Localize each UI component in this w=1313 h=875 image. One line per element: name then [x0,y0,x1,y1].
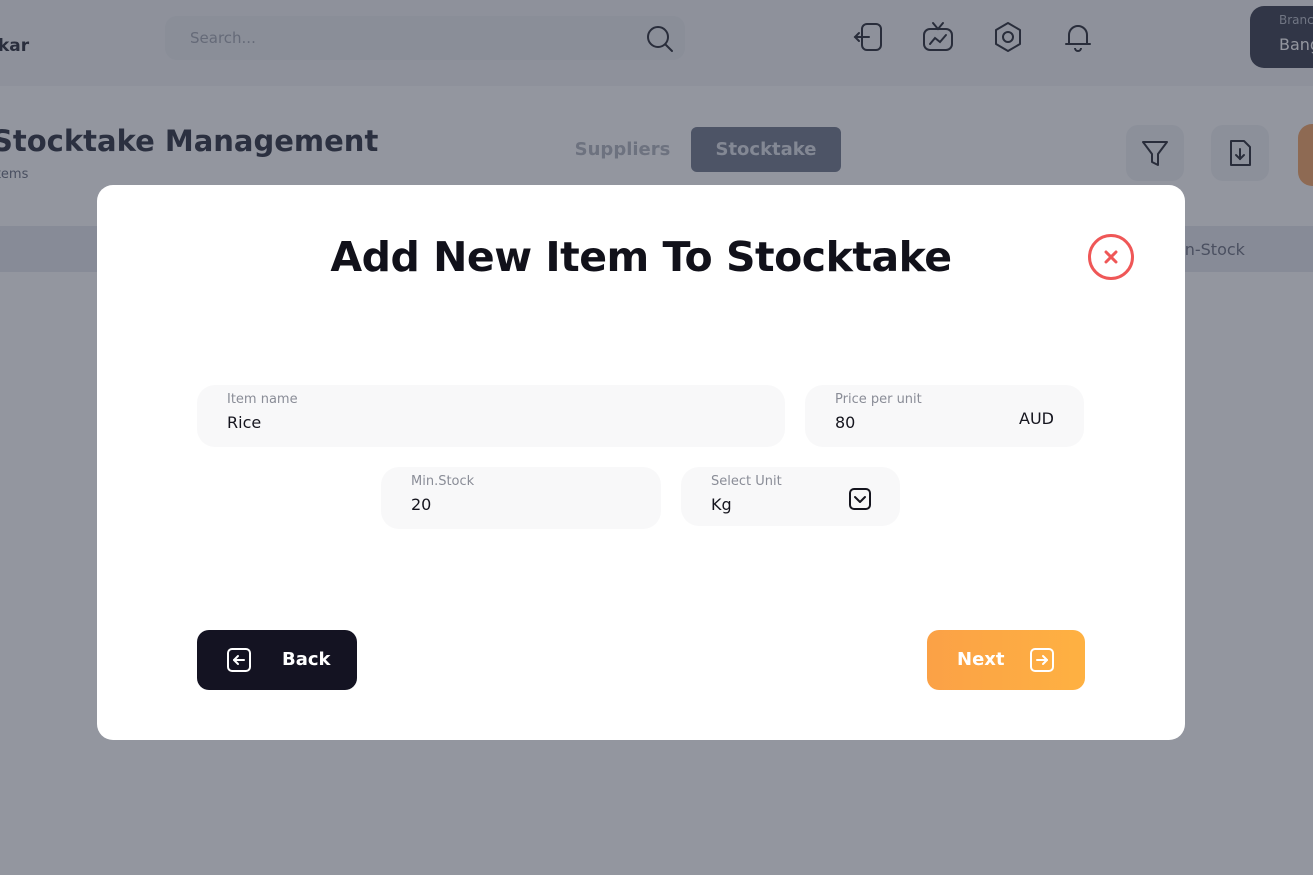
add-item-modal: Add New Item To Stocktake Item name Rice… [97,185,1185,740]
next-button[interactable]: Next [927,630,1085,690]
item-name-input[interactable]: Rice [227,413,261,432]
next-button-label: Next [957,649,1005,670]
min-stock-field[interactable]: Min.Stock 20 [381,467,661,529]
modal-title: Add New Item To Stocktake [330,233,952,281]
price-per-unit-label: Price per unit [835,392,922,407]
min-stock-input[interactable]: 20 [411,495,431,514]
item-name-label: Item name [227,392,298,407]
currency-label: AUD [1019,409,1054,428]
unit-select-label: Select Unit [711,474,782,489]
item-name-field[interactable]: Item name Rice [197,385,785,447]
unit-select-value: Kg [711,495,732,514]
close-button[interactable] [1088,234,1134,280]
back-button-label: Back [282,649,331,670]
price-per-unit-input[interactable]: 80 [835,413,855,432]
unit-select[interactable]: Select Unit Kg [681,467,900,526]
price-per-unit-field[interactable]: Price per unit 80 AUD [805,385,1084,447]
chevron-down-icon[interactable] [848,487,872,511]
min-stock-label: Min.Stock [411,474,475,489]
back-button[interactable]: Back [197,630,357,690]
arrow-right-box-icon [1030,648,1054,672]
close-icon [1104,250,1118,264]
arrow-left-box-icon [227,648,251,672]
